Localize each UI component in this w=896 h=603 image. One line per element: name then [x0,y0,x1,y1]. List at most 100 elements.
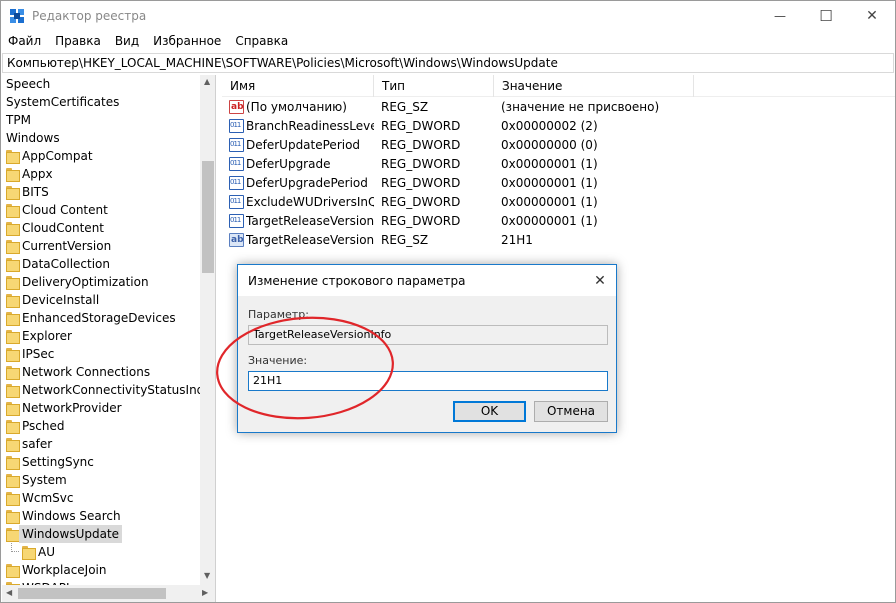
tree-item-label: NetworkConnectivityStatusIndicator [22,383,200,397]
tree-item[interactable]: DeviceInstall [2,291,200,309]
tree-item[interactable]: Windows [2,129,200,147]
tree-item-label: AppCompat [22,149,93,163]
tree-scroll-thumb[interactable] [202,161,214,273]
column-header-value[interactable]: Значение [494,75,694,97]
tree-item[interactable]: Windows Search [2,507,200,525]
folder-icon [6,258,20,272]
tree-vertical-scrollbar[interactable]: ▲ ▼ [200,75,215,585]
scroll-right-arrow-icon[interactable]: ▶ [202,588,208,597]
folder-icon [6,420,20,434]
tree-item[interactable]: NetworkConnectivityStatusIndicator [2,381,200,399]
folder-icon [6,528,20,542]
cell-type: REG_DWORD [381,195,461,209]
cell-value: 0x00000001 (1) [501,157,598,171]
cell-name: DeferUpdatePeriod [246,138,361,152]
cell-value: 21H1 [501,233,533,247]
tree-item[interactable]: CloudContent [2,219,200,237]
column-header-type[interactable]: Тип [374,75,494,97]
tree-item[interactable]: WorkplaceJoin [2,561,200,579]
cell-type: REG_DWORD [381,176,461,190]
folder-icon [6,276,20,290]
title-bar[interactable]: Редактор реестра — ☐ ✕ [1,1,895,31]
tree-item-label: CloudContent [22,221,105,235]
cell-name: BranchReadinessLevel [246,119,374,133]
tree-hscroll-thumb[interactable] [18,588,166,599]
list-item[interactable]: DeferUpgrade REG_DWORD 0x00000001 (1) [222,154,822,174]
cell-name: TargetReleaseVersionI... [246,233,374,247]
tree-item[interactable]: CurrentVersion [2,237,200,255]
list-item[interactable]: DeferUpgradePeriod REG_DWORD 0x00000001 (1… [222,173,822,193]
tree-item[interactable]: TPM [2,111,200,129]
tree-item[interactable]: NetworkProvider [2,399,200,417]
address-bar[interactable]: Компьютер\HKEY_LOCAL_MACHINE\SOFTWARE\Po… [2,53,894,73]
string-value-icon [229,231,244,250]
cell-value: 0x00000001 (1) [501,176,598,190]
folder-icon [6,438,20,452]
folder-icon [6,222,20,236]
dialog-close-icon[interactable]: ✕ [590,271,610,291]
tree-item[interactable]: System [2,471,200,489]
menu-file[interactable]: Файл [1,32,48,52]
cell-type: REG_DWORD [381,157,461,171]
list-item[interactable]: BranchReadinessLevel REG_DWORD 0x00000002 … [222,116,822,136]
tree-item[interactable]: Explorer [2,327,200,345]
cell-type: REG_SZ [381,233,429,247]
tree-item[interactable]: WindowsUpdate [2,525,200,543]
tree-item[interactable]: Speech [2,75,200,93]
cancel-button[interactable]: Отмена [534,401,608,422]
folder-icon [6,186,20,200]
folder-icon [6,330,20,344]
value-input[interactable]: 21H1 [248,371,608,391]
tree-item[interactable]: BITS [2,183,200,201]
maximize-button[interactable]: ☐ [803,1,849,31]
dialog-title-bar[interactable]: Изменение строкового параметра ✕ [238,265,616,296]
list-item[interactable]: TargetReleaseVersionI... REG_SZ 21H1 [222,231,822,250]
menu-edit[interactable]: Правка [48,32,108,52]
menu-favorites[interactable]: Избранное [146,32,228,52]
tree-item[interactable]: AppCompat [2,147,200,165]
tree-item[interactable]: Psched [2,417,200,435]
key-tree: Speech SystemCertificates TPM Windows AppCom… [2,75,216,602]
cell-name: DeferUpgrade [246,157,331,171]
scroll-left-arrow-icon[interactable]: ◀ [6,588,12,597]
cell-name: TargetReleaseVersion [246,214,374,228]
list-item[interactable]: TargetReleaseVersion REG_DWORD 0x00000001 … [222,211,822,231]
window-title: Редактор реестра [32,9,147,23]
tree-item[interactable]: Appx [2,165,200,183]
tree-item[interactable]: EnhancedStorageDevices [2,309,200,327]
list-item[interactable]: DeferUpdatePeriod REG_DWORD 0x00000000 (0) [222,135,822,155]
folder-icon [6,240,20,254]
tree-item[interactable]: Network Connections [2,363,200,381]
tree-item[interactable]: AU [2,543,200,561]
tree-horizontal-scrollbar[interactable]: ◀ ▶ [2,585,215,602]
tree-item[interactable]: DataCollection [2,255,200,273]
close-button[interactable]: ✕ [849,1,895,31]
tree-item[interactable]: SettingSync [2,453,200,471]
list-item[interactable]: ExcludeWUDriversInQ... REG_DWORD 0x0000000… [222,192,822,212]
tree-item[interactable]: SystemCertificates [2,93,200,111]
tree-item-label: DataCollection [22,257,111,271]
tree-item[interactable]: WcmSvc [2,489,200,507]
folder-icon [6,294,20,308]
list-item[interactable]: (По умолчанию) REG_SZ (значение не присвое… [222,98,822,117]
tree-item[interactable]: Cloud Content [2,201,200,219]
dialog-title: Изменение строкового параметра [248,274,466,288]
cell-type: REG_DWORD [381,214,461,228]
registry-editor-icon [10,9,24,23]
scroll-down-arrow-icon[interactable]: ▼ [204,571,210,580]
tree-item[interactable]: IPSec [2,345,200,363]
tree-item-label: CurrentVersion [22,239,112,253]
tree-item-label: DeviceInstall [22,293,100,307]
tree-item-label: Network Connections [22,365,151,379]
tree-item[interactable]: safer [2,435,200,453]
scroll-up-arrow-icon[interactable]: ▲ [204,77,210,86]
tree-item[interactable]: DeliveryOptimization [2,273,200,291]
menu-help[interactable]: Справка [228,32,295,52]
minimize-button[interactable]: — [757,1,803,31]
column-header-name[interactable]: Имя [222,75,374,97]
folder-icon [6,456,20,470]
dword-value-icon [229,211,244,230]
ok-button[interactable]: OK [453,401,526,422]
menu-view[interactable]: Вид [108,32,146,52]
tree-connector [11,543,19,552]
